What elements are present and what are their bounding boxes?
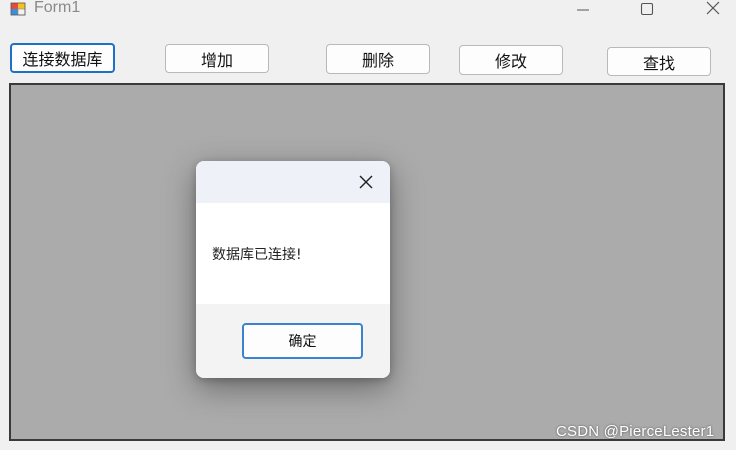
minimize-icon	[576, 1, 590, 20]
connect-database-button[interactable]: 连接数据库	[10, 43, 115, 73]
dialog-message: 数据库已连接!	[212, 247, 302, 263]
message-dialog: 数据库已连接! 确定	[196, 161, 390, 378]
dialog-close-button[interactable]	[356, 172, 376, 192]
app-form-icon	[10, 1, 28, 17]
title-bar: Form1	[0, 0, 736, 22]
window-close-button[interactable]	[690, 0, 736, 20]
dialog-body: 数据库已连接!	[196, 203, 390, 304]
delete-button[interactable]: 删除	[326, 44, 430, 74]
add-button[interactable]: 增加	[165, 44, 269, 73]
search-button[interactable]: 查找	[607, 47, 711, 76]
dialog-footer: 确定	[196, 304, 390, 378]
dialog-header	[196, 161, 390, 203]
ok-button[interactable]: 确定	[242, 323, 363, 359]
window-title: Form1	[34, 0, 81, 16]
watermark-text: CSDN @PierceLester1	[556, 423, 715, 440]
maximize-icon	[640, 1, 654, 20]
minimize-button[interactable]	[560, 0, 606, 20]
close-icon	[705, 0, 721, 20]
modify-button[interactable]: 修改	[459, 45, 563, 75]
maximize-button[interactable]	[624, 0, 670, 20]
close-icon	[356, 175, 376, 196]
